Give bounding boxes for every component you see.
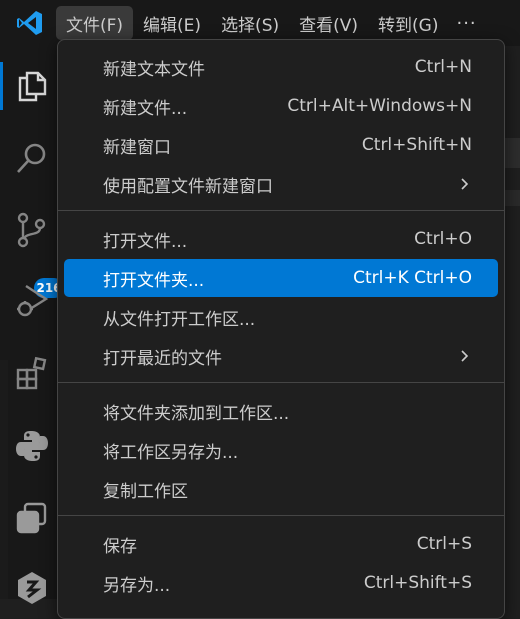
vscode-logo-icon[interactable] [16,9,44,37]
menu-item-new-file[interactable]: 新建文件... Ctrl+Alt+Windows+N [64,87,498,125]
menu-file[interactable]: 文件(F) [56,6,134,40]
chevron-right-icon [461,350,469,362]
extensions-icon[interactable] [14,356,50,392]
menu-selection[interactable]: 选择(S) [211,6,289,40]
menu-item-label: 保存 [103,536,137,557]
explorer-icon[interactable] [0,62,50,110]
menu-go[interactable]: 转到(G) [368,6,448,40]
menu-item-label: 打开文件... [103,231,188,252]
menu-item-label: 打开文件夹... [103,270,205,291]
source-control-icon[interactable] [14,212,50,248]
menu-item-save-workspace-as[interactable]: 将工作区另存为... [64,431,498,469]
python-icon[interactable] [14,428,50,464]
menu-item-open-folder[interactable]: 打开文件夹... Ctrl+K Ctrl+O [64,259,498,297]
menu-item-label: 新建文件... [103,98,188,119]
menu-item-label: 复制工作区 [103,481,188,502]
menu-item-save-as[interactable]: 另存为... Ctrl+Shift+S [64,564,498,602]
menu-item-shortcut: Ctrl+Shift+N [361,135,472,155]
menu-item-open-workspace-from-file[interactable]: 从文件打开工作区... [64,298,498,336]
menu-item-shortcut: Ctrl+Alt+Windows+N [287,96,472,116]
menu-edit[interactable]: 编辑(E) [133,6,211,40]
menu-item-shortcut: Ctrl+O [414,229,472,249]
menu-item-new-window-with-profile[interactable]: 使用配置文件新建窗口 [64,165,498,203]
activity-bar: 216 [0,46,64,604]
menu-separator [58,210,504,211]
menu-item-add-folder-to-workspace[interactable]: 将文件夹添加到工作区... [64,392,498,430]
menu-separator [58,515,504,516]
menu-item-shortcut: Ctrl+Shift+S [363,573,472,593]
menu-item-label: 打开最近的文件 [103,348,222,369]
menu-item-duplicate-workspace[interactable]: 复制工作区 [64,470,498,508]
menu-separator [58,382,504,383]
menu-item-new-text-file[interactable]: 新建文本文件 Ctrl+N [64,48,498,86]
chevron-right-icon [461,178,469,190]
search-icon[interactable] [14,140,50,176]
editor-edge [0,360,8,599]
menu-item-label: 将工作区另存为... [103,442,239,463]
menu-item-label: 另存为... [103,575,171,596]
menu-item-label: 使用配置文件新建窗口 [103,176,273,197]
file-menu-dropdown: 新建文本文件 Ctrl+N 新建文件... Ctrl+Alt+Windows+N… [57,39,505,619]
menu-item-shortcut: Ctrl+N [414,57,472,77]
menu-item-save[interactable]: 保存 Ctrl+S [64,525,498,563]
menu-item-label: 从文件打开工作区... [103,309,256,330]
menu-item-new-window[interactable]: 新建窗口 Ctrl+Shift+N [64,126,498,164]
menu-view[interactable]: 查看(V) [289,6,368,40]
run-debug-icon[interactable] [14,282,50,318]
menu-item-open-file[interactable]: 打开文件... Ctrl+O [64,220,498,258]
remote-explorer-icon[interactable] [14,500,50,536]
menu-item-label: 新建窗口 [103,137,171,158]
extension-pack-icon[interactable] [14,570,50,606]
menu-item-label: 新建文本文件 [103,59,205,80]
menu-item-label: 将文件夹添加到工作区... [103,403,290,424]
more-menus-icon[interactable]: ··· [448,13,484,34]
menu-item-shortcut: Ctrl+K Ctrl+O [353,268,472,288]
menu-item-shortcut: Ctrl+S [416,534,472,554]
menu-item-open-recent[interactable]: 打开最近的文件 [64,337,498,375]
